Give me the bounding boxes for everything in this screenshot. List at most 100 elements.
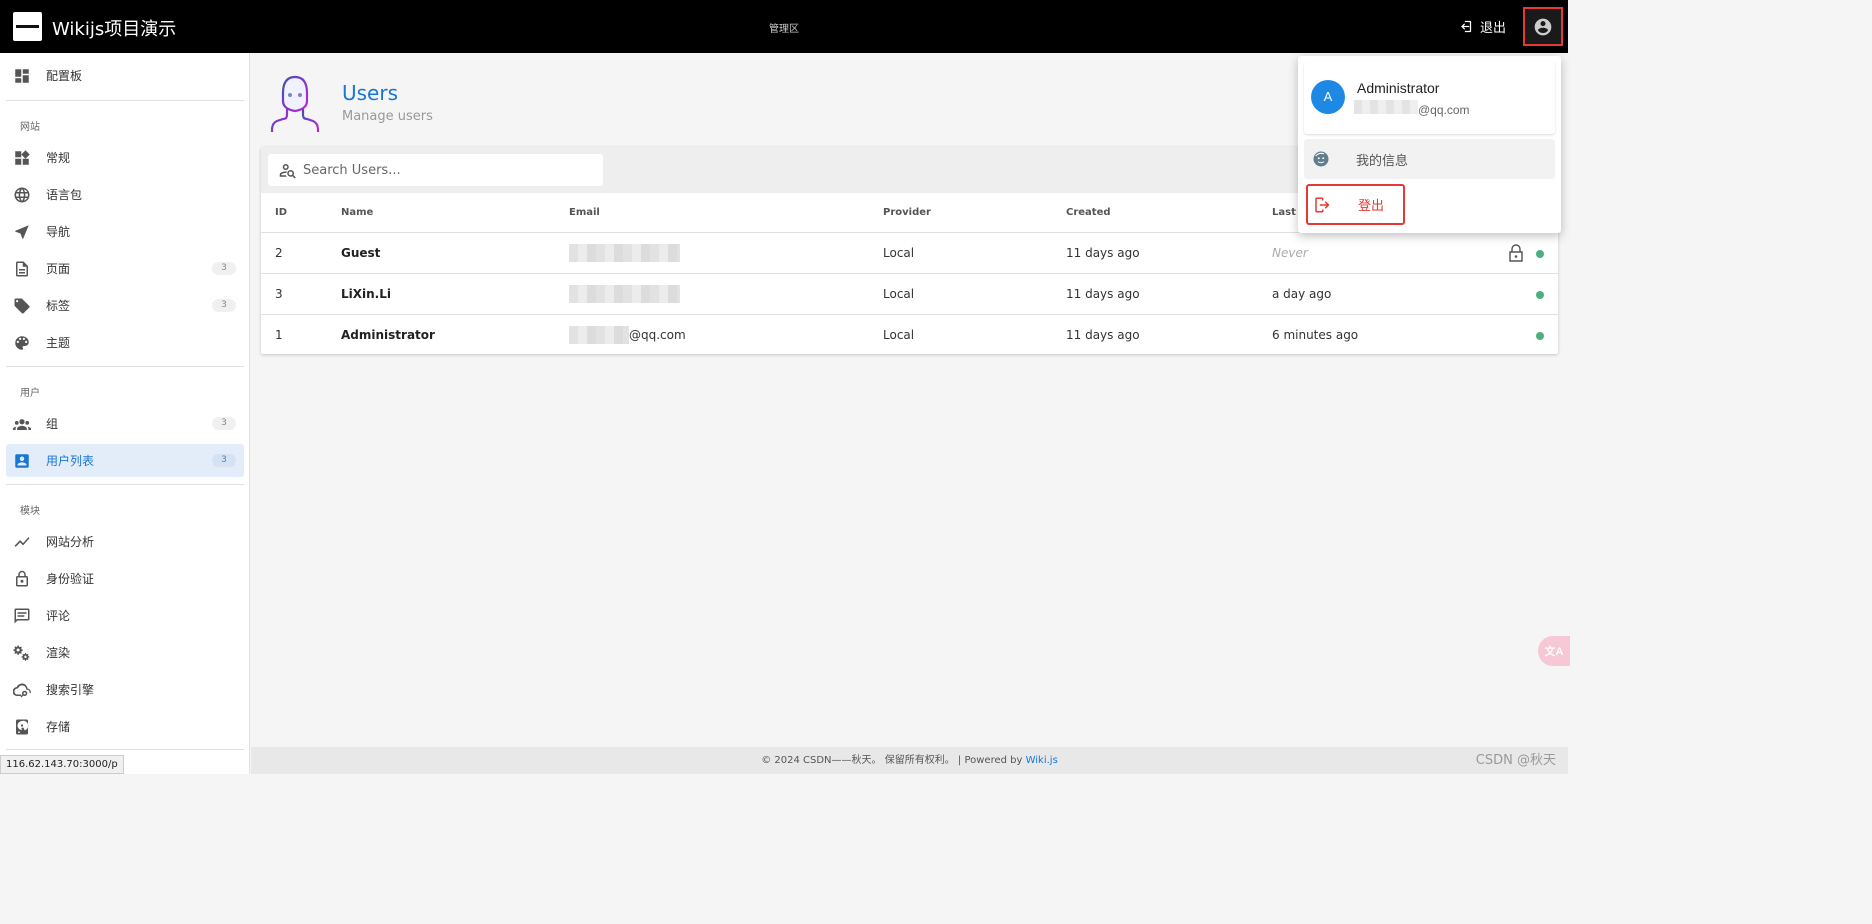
- account-circle-icon: [1534, 18, 1552, 35]
- sidebar-item-theme[interactable]: 主题: [6, 326, 244, 359]
- file-icon: [12, 259, 32, 279]
- column-header-name[interactable]: Name: [341, 207, 373, 218]
- status-dot: [1536, 250, 1544, 258]
- tags-icon: [12, 296, 32, 316]
- redacted-email: [569, 285, 680, 303]
- sidebar-item-dashboard[interactable]: 配置板: [6, 59, 244, 92]
- column-header-email[interactable]: Email: [569, 207, 600, 218]
- sidebar-item-locale[interactable]: 语言包: [6, 178, 244, 211]
- lock-icon: [1509, 244, 1523, 262]
- sidebar-item-analytics[interactable]: 网站分析: [6, 525, 244, 558]
- cell-provider: Local: [883, 287, 915, 301]
- table-row[interactable]: 2 Guest Local 11 days ago Never: [261, 233, 1558, 274]
- translate-button[interactable]: 文A: [1538, 636, 1570, 666]
- cell-id: 2: [275, 246, 283, 260]
- sidebar-item-users[interactable]: 用户列表 3: [6, 444, 244, 477]
- logout-menu-label: 登出: [1358, 199, 1385, 214]
- sidebar-item-navigation[interactable]: 导航: [6, 215, 244, 248]
- sidebar-item-search[interactable]: 搜索引擎: [6, 673, 244, 706]
- section-label-site: 网站: [20, 122, 40, 133]
- sidebar-item-pages[interactable]: 页面 3: [6, 252, 244, 285]
- section-label-modules: 模块: [20, 506, 40, 517]
- search-input[interactable]: [303, 162, 583, 178]
- logout-label: 退出: [1480, 21, 1507, 36]
- cell-name: Administrator: [341, 328, 435, 342]
- group-icon: [12, 414, 32, 434]
- palette-icon: [12, 333, 32, 353]
- comment-icon: [12, 606, 32, 626]
- table-row[interactable]: 3 LiXin.Li Local 11 days ago a day ago: [261, 274, 1558, 315]
- users-avatar-icon: [270, 75, 320, 133]
- chart-line-icon: [12, 532, 32, 552]
- widgets-icon: [12, 148, 32, 168]
- sidebar-item-label: 配置板: [46, 69, 83, 83]
- sidebar: 配置板 网站 常规 语言包 导航 页面 3 标签 3 主题 用户 组 3 用户列…: [0, 53, 250, 774]
- section-label-users: 用户: [20, 388, 40, 399]
- face-profile-icon: [1313, 151, 1329, 167]
- divider: [6, 100, 244, 101]
- cell-created: 11 days ago: [1066, 287, 1140, 301]
- count-badge: 3: [212, 417, 236, 430]
- admin-area-label: 管理区: [769, 24, 799, 35]
- sidebar-item-label: 导航: [46, 225, 71, 239]
- cell-last-login: a day ago: [1272, 287, 1332, 301]
- column-header-id[interactable]: ID: [275, 207, 287, 218]
- sidebar-item-groups[interactable]: 组 3: [6, 407, 244, 440]
- divider: [6, 749, 244, 750]
- cell-name: LiXin.Li: [341, 287, 391, 301]
- cell-id: 1: [275, 328, 283, 342]
- logout-menu-item[interactable]: 登出: [1306, 184, 1405, 225]
- my-info-label: 我的信息: [1356, 153, 1409, 169]
- redacted-email: [569, 244, 680, 262]
- sidebar-item-comments[interactable]: 评论: [6, 599, 244, 632]
- translate-icon: 文A: [1544, 646, 1564, 658]
- sidebar-item-label: 主题: [46, 336, 71, 350]
- cell-last-login: 6 minutes ago: [1272, 328, 1359, 342]
- footer: © 2024 CSDN——秋天。 保留所有权利。 | Powered by Wi…: [251, 747, 1568, 774]
- cell-id: 3: [275, 287, 283, 301]
- search-box[interactable]: [268, 154, 603, 186]
- dashboard-icon: [12, 66, 32, 86]
- sidebar-item-label: 用户列表: [46, 454, 95, 468]
- cloud-search-icon: [12, 680, 32, 700]
- top-bar: Wikijs项目演示 管理区 退出: [0, 0, 1568, 53]
- footer-wikijs-link[interactable]: Wiki.js: [1026, 755, 1058, 766]
- sidebar-item-tags[interactable]: 标签 3: [6, 289, 244, 322]
- profile-name: Administrator: [1357, 80, 1440, 96]
- sidebar-item-label: 组: [46, 417, 59, 431]
- account-menu-button[interactable]: [1523, 7, 1563, 46]
- cell-name: Guest: [341, 246, 381, 260]
- cell-provider: Local: [883, 328, 915, 342]
- avatar: A: [1311, 80, 1345, 114]
- redacted-email: [1354, 100, 1418, 114]
- sidebar-item-label: 存储: [46, 720, 71, 734]
- sidebar-item-label: 身份验证: [46, 572, 95, 586]
- sidebar-item-label: 标签: [46, 299, 71, 313]
- sidebar-item-rendering[interactable]: 渲染: [6, 636, 244, 669]
- status-dot: [1536, 332, 1544, 340]
- redacted-email: [569, 326, 629, 344]
- table-row[interactable]: 1 Administrator @qq.com Local 11 days ag…: [261, 315, 1558, 354]
- count-badge: 3: [212, 299, 236, 312]
- browser-status-url: 116.62.143.70:3000/p: [0, 755, 124, 774]
- column-header-created[interactable]: Created: [1066, 207, 1111, 218]
- logout-icon: [1461, 20, 1472, 33]
- logout-icon: [1315, 197, 1330, 212]
- sidebar-item-auth[interactable]: 身份验证: [6, 562, 244, 595]
- account-search-icon: [279, 164, 296, 179]
- sidebar-item-general[interactable]: 常规: [6, 141, 244, 174]
- page-title: Users: [342, 81, 399, 105]
- logout-button[interactable]: 退出: [1458, 17, 1506, 36]
- sidebar-item-storage[interactable]: 存储: [6, 710, 244, 743]
- column-header-provider[interactable]: Provider: [883, 207, 931, 218]
- sidebar-item-label: 评论: [46, 609, 71, 623]
- sidebar-item-label: 网站分析: [46, 535, 95, 549]
- my-info-menu-item[interactable]: 我的信息: [1304, 139, 1555, 179]
- lock-icon: [12, 569, 32, 589]
- sidebar-item-label: 常规: [46, 151, 71, 165]
- count-badge: 3: [212, 262, 236, 275]
- profile-card: A Administrator @qq.com: [1304, 62, 1555, 134]
- account-box-icon: [12, 451, 32, 471]
- page-subtitle: Manage users: [342, 109, 433, 124]
- cell-last-login: Never: [1272, 246, 1308, 260]
